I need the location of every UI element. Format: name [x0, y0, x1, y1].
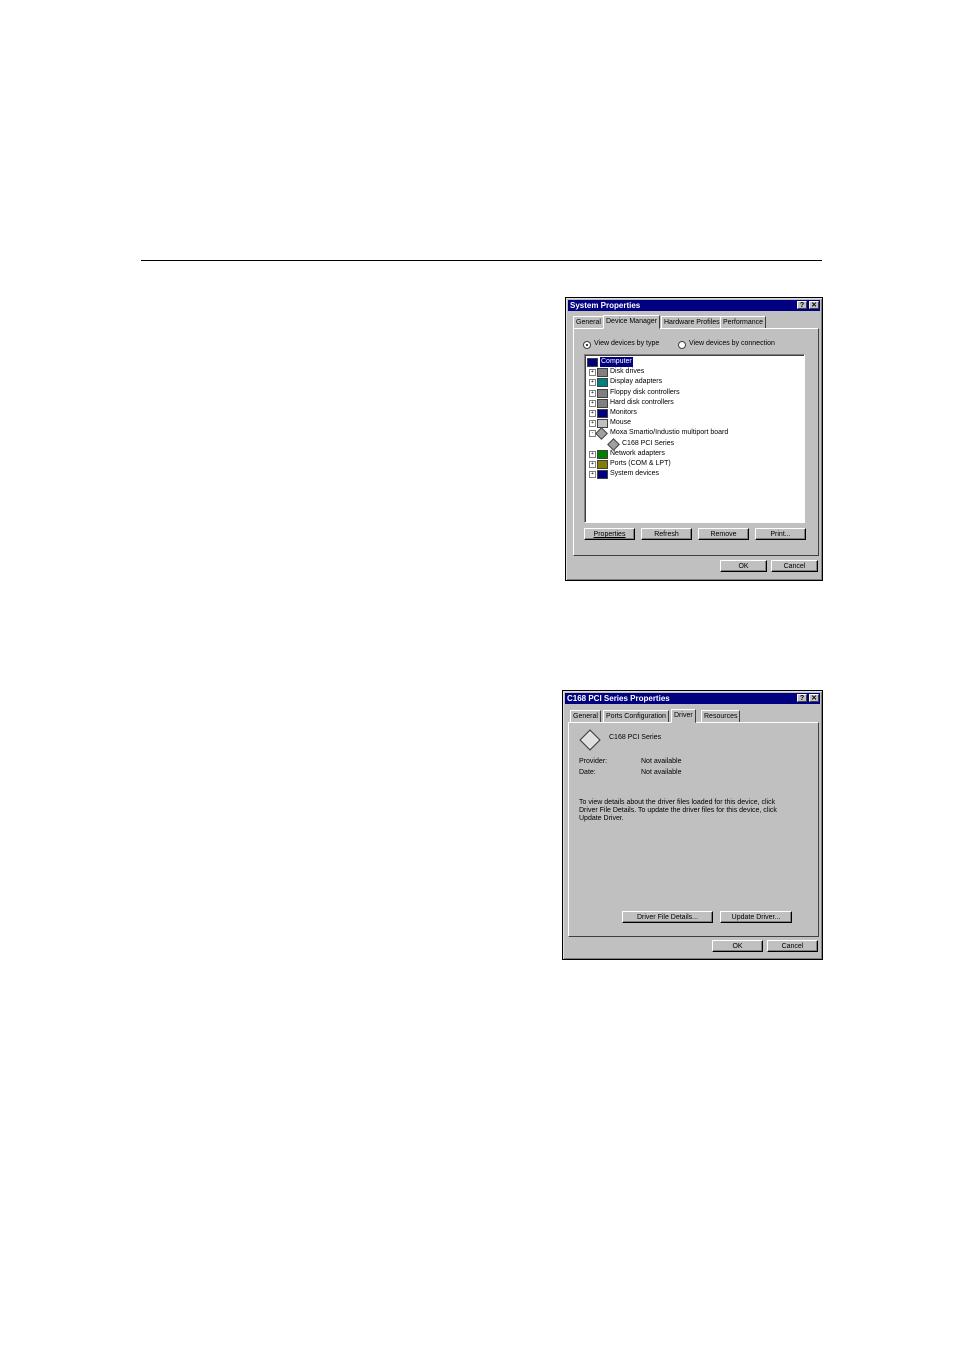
tree-item[interactable]: + Ports (COM & LPT) — [585, 459, 800, 469]
help-button[interactable]: ? — [797, 301, 807, 309]
tab-device-manager[interactable]: Device Manager — [603, 315, 660, 329]
tree-item[interactable]: + Monitors — [585, 408, 800, 418]
close-button[interactable]: ✕ — [809, 301, 819, 309]
provider-value: Not available — [641, 758, 682, 765]
disk-drive-icon — [597, 368, 608, 378]
driver-panel: C168 PCI Series Provider: Not available … — [568, 722, 819, 937]
properties-button[interactable]: Properties — [584, 528, 635, 540]
cancel-button[interactable]: Cancel — [767, 940, 818, 952]
port-icon — [597, 460, 608, 469]
tree-item[interactable]: - Moxa Smartio/Industio multiport board — [585, 427, 800, 441]
radio-view-by-connection-label[interactable]: View devices by connection — [689, 340, 775, 347]
expand-icon[interactable]: + — [589, 379, 596, 387]
device-tree[interactable]: Computer + Disk drives + Display adapters + Fl… — [584, 354, 805, 523]
date-label: Date: — [579, 769, 596, 776]
expand-icon[interactable]: + — [589, 399, 596, 407]
tree-item[interactable]: + Hard disk controllers — [585, 398, 800, 408]
refresh-button[interactable]: Refresh — [641, 528, 692, 540]
device-manager-panel: View devices by type View devices by con… — [573, 328, 819, 556]
expand-icon[interactable]: + — [589, 461, 596, 468]
tree-item[interactable]: + System devices — [585, 469, 800, 480]
print-button[interactable]: Print... — [755, 528, 806, 540]
help-button[interactable]: ? — [797, 694, 807, 702]
tree-item[interactable]: C168 PCI Series — [585, 437, 800, 451]
update-driver-button[interactable]: Update Driver... — [720, 911, 792, 923]
title-bar[interactable]: System Properties ? ✕ — [568, 300, 820, 311]
radio-view-by-type-label[interactable]: View devices by type — [594, 340, 659, 347]
floppy-controller-icon — [597, 388, 608, 398]
radio-view-by-type[interactable] — [583, 341, 591, 349]
tab-driver[interactable]: Driver — [671, 709, 696, 723]
network-adapter-icon — [597, 449, 608, 459]
system-properties-dialog: System Properties ? ✕ General Device Man… — [565, 297, 823, 581]
tree-item-label: Disk drives — [610, 368, 645, 376]
tree-item-label: Moxa Smartio/Industio multiport board — [610, 429, 729, 437]
remove-button[interactable]: Remove — [698, 528, 749, 540]
cancel-button[interactable]: Cancel — [771, 560, 818, 572]
provider-label: Provider: — [579, 758, 608, 765]
date-value: Not available — [641, 769, 682, 776]
display-adapter-icon — [597, 378, 608, 388]
tree-item-label: Monitors — [610, 409, 637, 416]
tree-item-label: Computer — [600, 357, 633, 367]
expand-icon[interactable]: + — [589, 420, 596, 428]
ok-button[interactable]: OK — [712, 940, 763, 952]
tree-item-label: C168 PCI Series — [622, 439, 675, 447]
ok-button[interactable]: OK — [720, 560, 767, 572]
expand-icon[interactable]: + — [589, 410, 596, 417]
tree-item[interactable]: + Floppy disk controllers — [585, 388, 800, 398]
tree-item[interactable]: + Network adapters — [585, 449, 800, 459]
expand-icon[interactable]: + — [589, 471, 596, 479]
system-device-icon — [597, 470, 608, 480]
page-header-rule — [141, 260, 822, 261]
tree-item-label: Display adapters — [610, 378, 663, 386]
expand-icon[interactable]: + — [589, 450, 596, 458]
monitor-icon — [597, 409, 608, 418]
device-name: C168 PCI Series — [609, 734, 662, 741]
tree-item-label: Ports (COM & LPT) — [610, 460, 671, 467]
tree-item[interactable]: Computer — [585, 357, 800, 367]
hard-disk-controller-icon — [597, 398, 608, 408]
title-bar[interactable]: C168 PCI Series Properties ? ✕ — [565, 693, 820, 704]
tree-item-label: Hard disk controllers — [610, 398, 674, 406]
tree-item-label: Network adapters — [610, 449, 665, 457]
expand-icon[interactable]: + — [589, 389, 596, 397]
expand-icon[interactable]: + — [589, 369, 596, 377]
dialog-title: C168 PCI Series Properties — [567, 694, 670, 703]
tree-item[interactable]: + Display adapters — [585, 377, 800, 388]
driver-description: To view details about the driver files l… — [579, 799, 777, 822]
close-button[interactable]: ✕ — [809, 694, 819, 702]
tree-item[interactable]: + Mouse — [585, 418, 800, 429]
tree-item[interactable]: + Disk drives — [585, 367, 800, 378]
tree-item-label: Mouse — [610, 419, 632, 427]
multiport-board-icon — [579, 729, 601, 751]
dialog-title: System Properties — [570, 301, 641, 310]
mouse-icon — [597, 419, 608, 429]
tree-item-label: Floppy disk controllers — [610, 388, 680, 396]
driver-file-details-button[interactable]: Driver File Details... — [622, 911, 713, 923]
computer-icon — [587, 358, 598, 367]
device-properties-dialog: C168 PCI Series Properties ? ✕ General P… — [562, 690, 823, 960]
tree-item-label: System devices — [610, 470, 660, 478]
radio-view-by-connection[interactable] — [678, 341, 686, 349]
